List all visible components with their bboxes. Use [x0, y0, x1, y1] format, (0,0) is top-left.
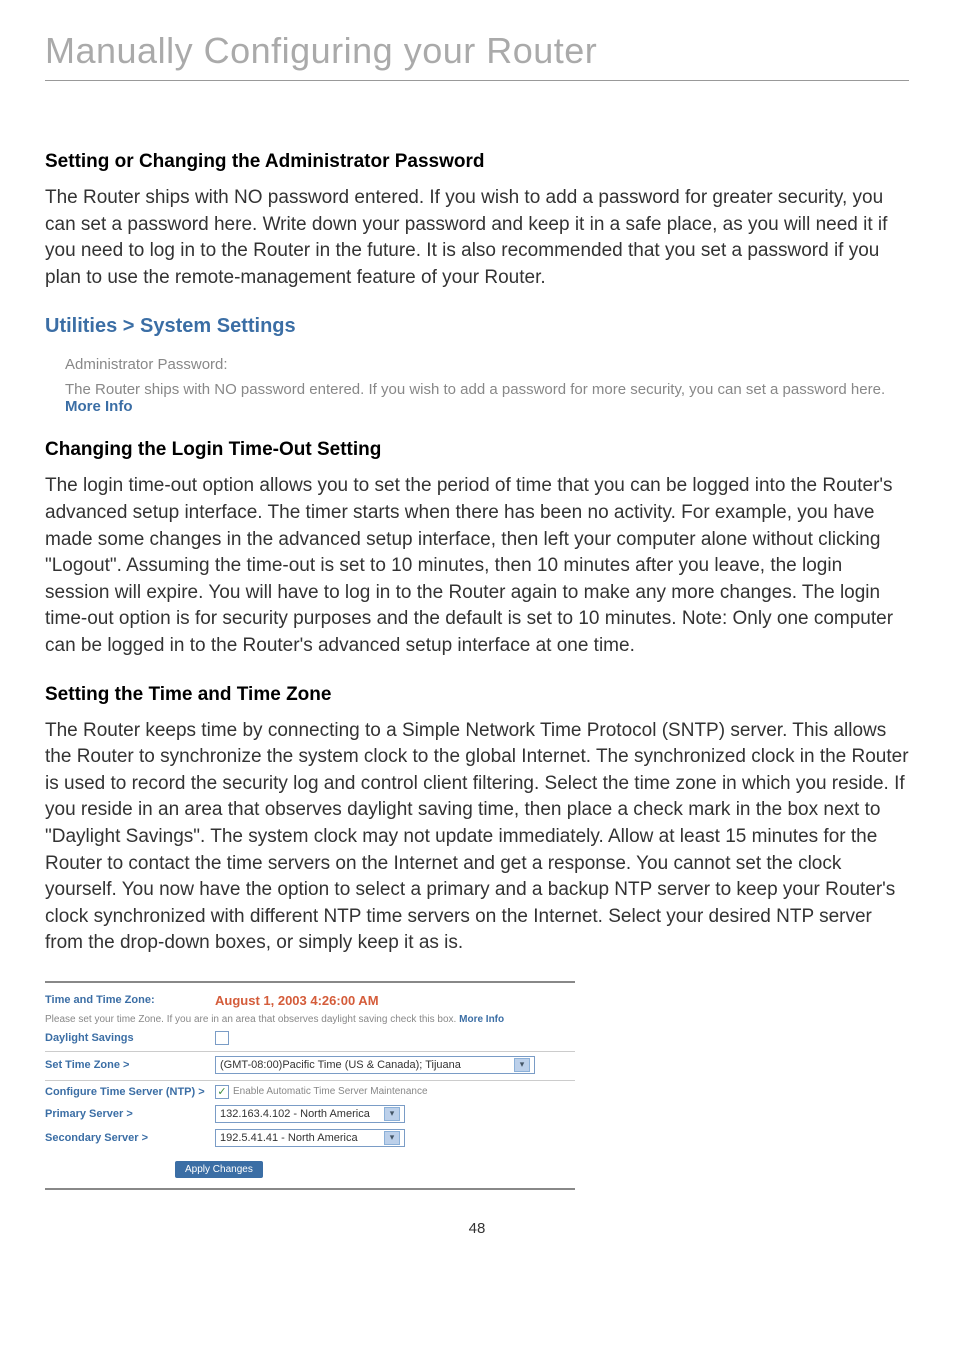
- time-zone-value: (GMT-08:00)Pacific Time (US & Canada); T…: [220, 1059, 461, 1071]
- utilities-heading: Utilities > System Settings: [45, 315, 909, 338]
- chevron-down-icon: ▾: [384, 1107, 400, 1121]
- apply-changes-button[interactable]: Apply Changes: [175, 1161, 263, 1178]
- daylight-savings-checkbox[interactable]: [215, 1031, 229, 1045]
- primary-server-select[interactable]: 132.163.4.102 - North America ▾: [215, 1105, 405, 1123]
- time-settings-panel: Time and Time Zone: August 1, 2003 4:26:…: [45, 981, 575, 1190]
- configure-ntp-label: Configure Time Server (NTP) >: [45, 1086, 215, 1098]
- title-divider: [45, 80, 909, 81]
- divider: [45, 1051, 575, 1052]
- set-time-zone-label: Set Time Zone >: [45, 1059, 215, 1071]
- primary-server-label: Primary Server >: [45, 1108, 215, 1120]
- section1-heading: Setting or Changing the Administrator Pa…: [45, 151, 909, 173]
- admin-password-label: Administrator Password:: [65, 356, 909, 373]
- time-desc-text: Please set your time Zone. If you are in…: [45, 1014, 459, 1025]
- page-title: Manually Configuring your Router: [45, 30, 909, 72]
- time-zone-select[interactable]: (GMT-08:00)Pacific Time (US & Canada); T…: [215, 1056, 535, 1074]
- more-info-link[interactable]: More Info: [65, 398, 133, 415]
- time-desc: Please set your time Zone. If you are in…: [45, 1014, 575, 1025]
- section3-heading: Setting the Time and Time Zone: [45, 684, 909, 706]
- time-zone-header-label: Time and Time Zone:: [45, 994, 215, 1006]
- admin-password-desc: The Router ships with NO password entere…: [65, 381, 909, 415]
- section2-heading: Changing the Login Time-Out Setting: [45, 439, 909, 461]
- current-time-value: August 1, 2003 4:26:00 AM: [215, 993, 379, 1008]
- enable-ntp-checkbox[interactable]: [215, 1085, 229, 1099]
- secondary-server-value: 192.5.41.41 - North America: [220, 1132, 358, 1144]
- primary-server-value: 132.163.4.102 - North America: [220, 1108, 370, 1120]
- divider: [45, 1080, 575, 1081]
- section1-body: The Router ships with NO password entere…: [45, 185, 909, 291]
- page-number: 48: [45, 1220, 909, 1237]
- section2-body: The login time-out option allows you to …: [45, 473, 909, 659]
- section3-body: The Router keeps time by connecting to a…: [45, 718, 909, 957]
- bottom-divider: [45, 1188, 575, 1190]
- secondary-server-label: Secondary Server >: [45, 1132, 215, 1144]
- daylight-savings-label: Daylight Savings: [45, 1032, 215, 1044]
- chevron-down-icon: ▾: [514, 1058, 530, 1072]
- secondary-server-select[interactable]: 192.5.41.41 - North America ▾: [215, 1129, 405, 1147]
- enable-ntp-text: Enable Automatic Time Server Maintenance: [233, 1086, 428, 1097]
- admin-desc-text: The Router ships with NO password entere…: [65, 381, 885, 398]
- chevron-down-icon: ▾: [384, 1131, 400, 1145]
- time-more-info-link[interactable]: More Info: [459, 1014, 504, 1025]
